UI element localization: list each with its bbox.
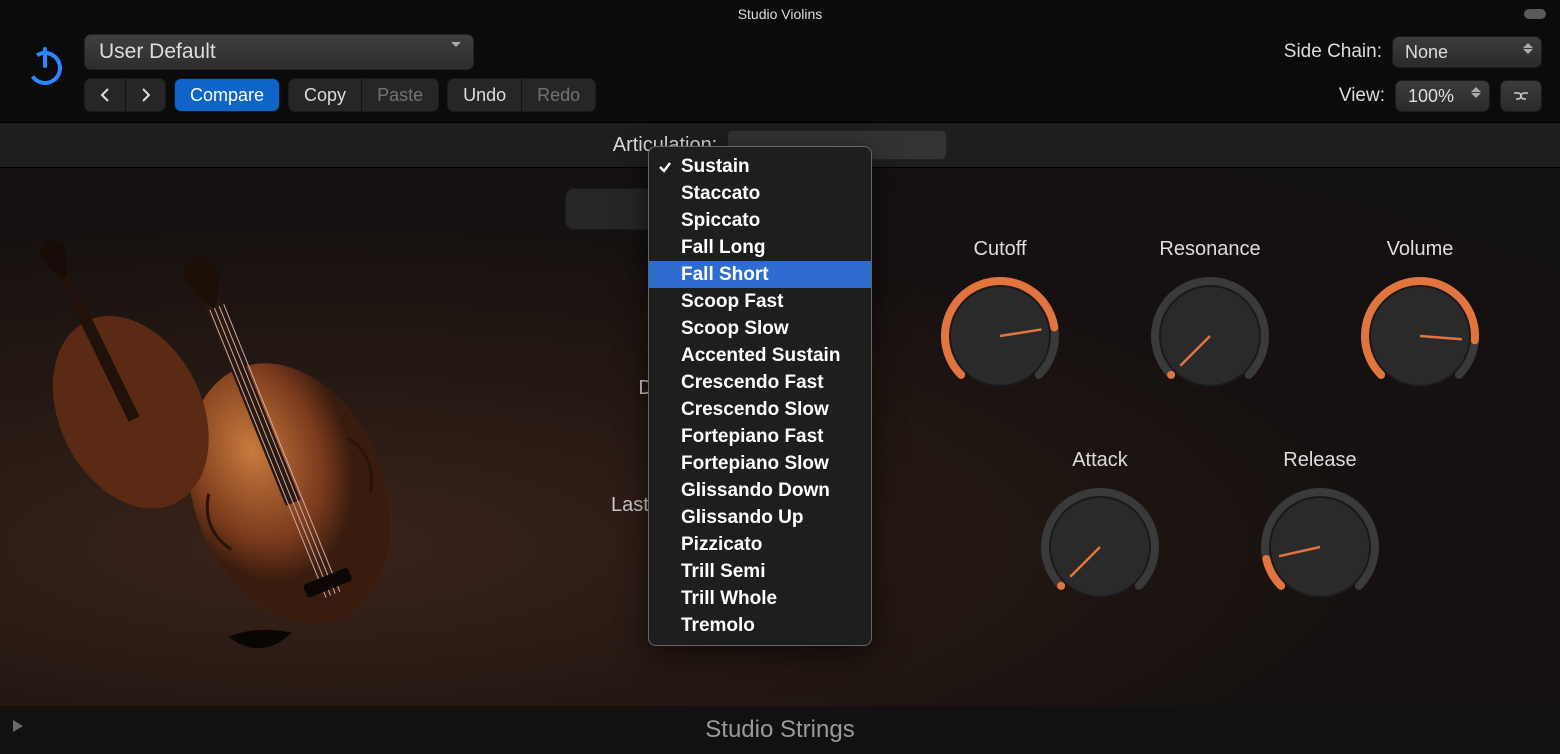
menu-item[interactable]: Fall Short [649, 261, 871, 288]
menu-item[interactable]: Scoop Slow [649, 315, 871, 342]
redo-button[interactable]: Redo [521, 79, 595, 111]
volume-knob[interactable] [1355, 271, 1485, 401]
undo-button[interactable]: Undo [448, 79, 521, 111]
volume-label: Volume [1387, 238, 1454, 261]
menu-item[interactable]: Staccato [649, 180, 871, 207]
menu-item[interactable]: Fortepiano Fast [649, 423, 871, 450]
menu-item[interactable]: Scoop Fast [649, 288, 871, 315]
copy-button[interactable]: Copy [289, 79, 361, 111]
check-icon [658, 158, 672, 180]
menu-item-label: Spiccato [681, 210, 760, 232]
resonance-knob[interactable] [1145, 271, 1275, 401]
menu-item[interactable]: Glissando Up [649, 504, 871, 531]
menu-item[interactable]: Crescendo Fast [649, 369, 871, 396]
compare-button[interactable]: Compare [175, 79, 279, 111]
preset-label: User Default [99, 40, 216, 64]
release-knob[interactable] [1255, 482, 1385, 612]
menu-item[interactable]: Trill Whole [649, 585, 871, 612]
menu-item[interactable]: Accented Sustain [649, 342, 871, 369]
menu-item-label: Accented Sustain [681, 345, 840, 367]
power-button[interactable] [18, 34, 72, 98]
chevron-down-icon [451, 47, 461, 71]
disclosure-triangle-icon[interactable] [12, 712, 24, 740]
link-icon [1510, 89, 1532, 103]
view-label: View: [1339, 85, 1385, 107]
window-title: Studio Violins [738, 6, 823, 22]
resonance-label: Resonance [1159, 238, 1260, 261]
paste-button[interactable]: Paste [361, 79, 438, 111]
menu-item[interactable]: Pizzicato [649, 531, 871, 558]
menu-item-label: Glissando Down [681, 480, 830, 502]
power-icon [22, 43, 68, 89]
release-label: Release [1283, 449, 1356, 472]
preset-dropdown[interactable]: User Default [84, 34, 474, 70]
chevron-left-icon [100, 88, 110, 102]
articulation-menu[interactable]: Sustain Staccato Spiccato Fall Long Fall Sho… [648, 146, 872, 646]
instrument-image [35, 228, 445, 648]
menu-item[interactable]: Glissando Down [649, 477, 871, 504]
view-value: 100% [1408, 86, 1454, 107]
menu-item-label: Pizzicato [681, 534, 762, 556]
chevron-right-icon [141, 88, 150, 102]
updown-icon [1523, 43, 1533, 54]
menu-item-label: Fall Short [681, 264, 769, 286]
menu-item-label: Sustain [681, 156, 750, 178]
menu-item[interactable]: Trill Semi [649, 558, 871, 585]
menu-item[interactable]: Fall Long [649, 234, 871, 261]
menu-item-label: Scoop Fast [681, 291, 783, 313]
window-pill-icon [1524, 9, 1546, 19]
menu-item-label: Trill Semi [681, 561, 765, 583]
menu-item[interactable]: Tremolo [649, 612, 871, 639]
sidechain-value: None [1405, 42, 1448, 63]
updown-icon [1471, 87, 1481, 98]
menu-item-label: Trill Whole [681, 588, 777, 610]
menu-item-label: Staccato [681, 183, 760, 205]
menu-item-label: Crescendo Slow [681, 399, 829, 421]
view-dropdown[interactable]: 100% [1395, 80, 1490, 112]
menu-item-label: Scoop Slow [681, 318, 789, 340]
menu-item-label: Tremolo [681, 615, 755, 637]
next-button[interactable] [125, 79, 165, 111]
menu-item[interactable]: Spiccato [649, 207, 871, 234]
menu-item-label: Fall Long [681, 237, 765, 259]
cutoff-knob[interactable] [935, 271, 1065, 401]
link-button[interactable] [1500, 80, 1542, 112]
menu-item[interactable]: Crescendo Slow [649, 396, 871, 423]
cutoff-label: Cutoff [974, 238, 1027, 261]
attack-label: Attack [1072, 449, 1128, 472]
menu-item-label: Crescendo Fast [681, 372, 824, 394]
menu-item-label: Fortepiano Slow [681, 453, 829, 475]
sidechain-label: Side Chain: [1284, 41, 1382, 63]
sidechain-dropdown[interactable]: None [1392, 36, 1542, 68]
menu-item-label: Glissando Up [681, 507, 803, 529]
menu-item-label: Fortepiano Fast [681, 426, 824, 448]
attack-knob[interactable] [1035, 482, 1165, 612]
menu-item[interactable]: Sustain [649, 153, 871, 180]
footer-label: Studio Strings [705, 716, 854, 744]
prev-button[interactable] [85, 79, 125, 111]
menu-item[interactable]: Fortepiano Slow [649, 450, 871, 477]
